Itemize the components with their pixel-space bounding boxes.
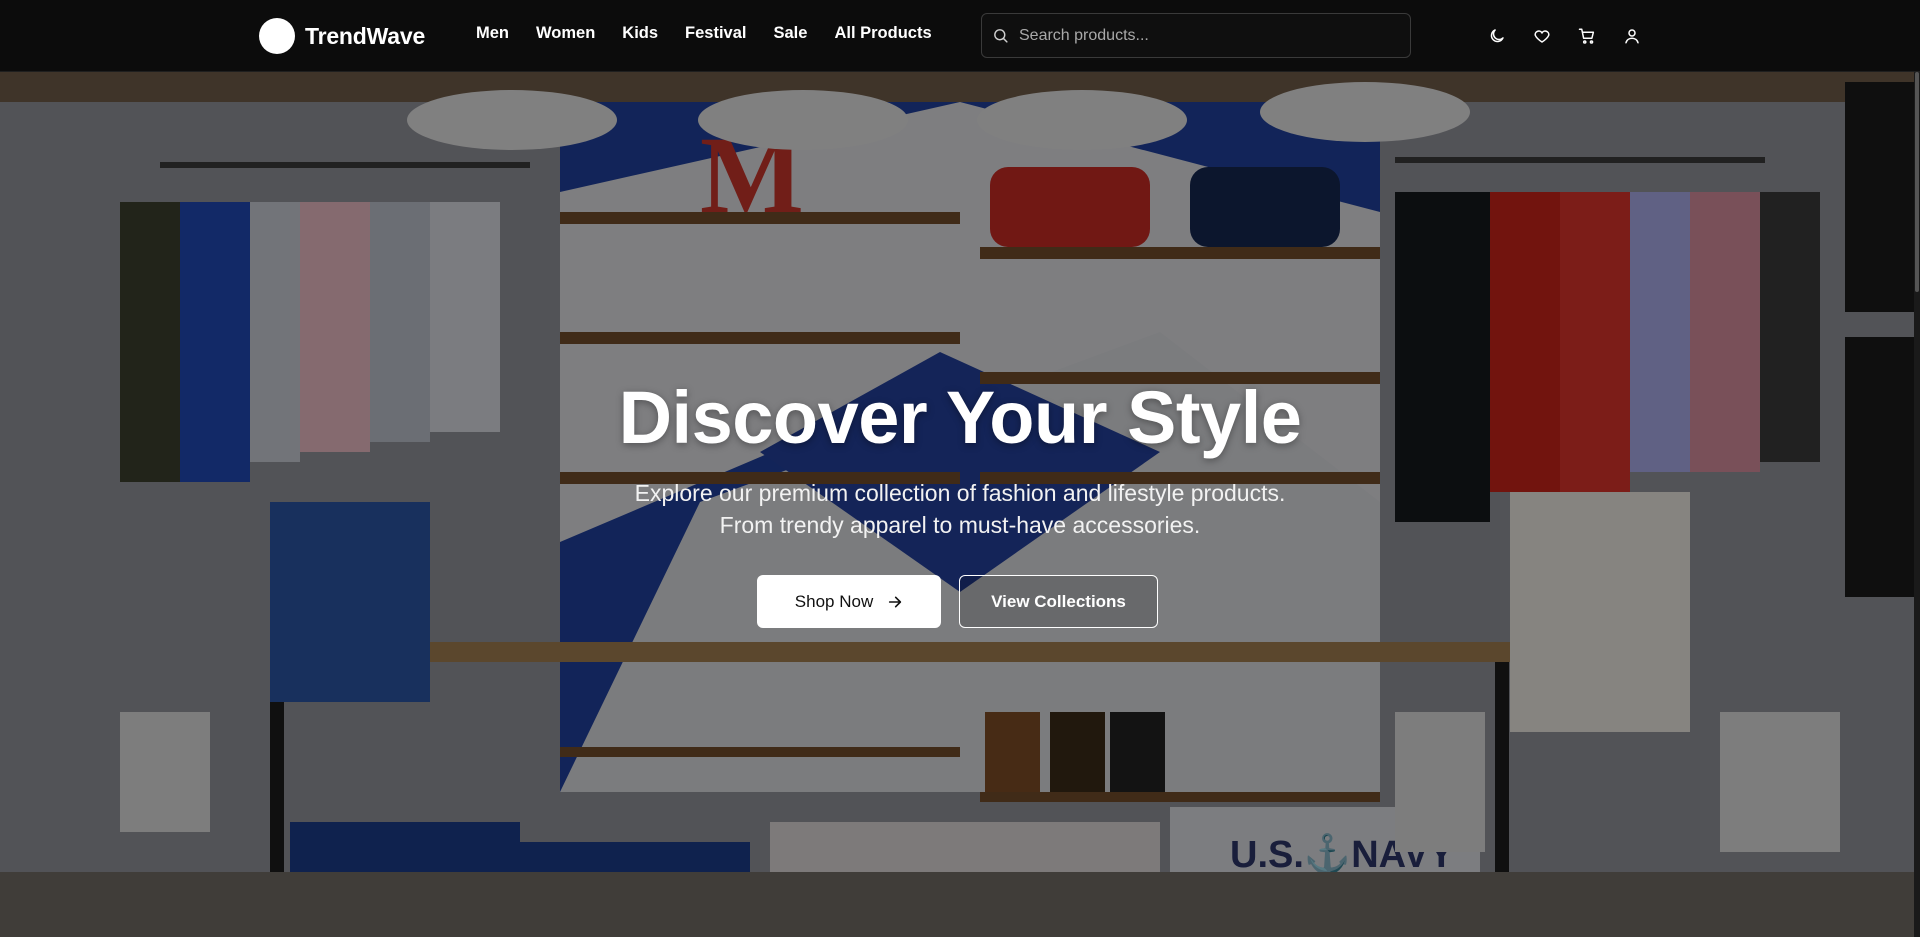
hero-section: M U.S.⚓NAVY Discover Your Style Explore … — [0, 72, 1920, 937]
hero-subtitle-line-2: From trendy apparel to must-have accesso… — [719, 512, 1201, 538]
search-bar — [981, 13, 1411, 58]
search-input[interactable] — [1019, 26, 1389, 45]
main-nav: Men Women Kids Festival Sale All Product… — [476, 24, 932, 43]
nav-item-festival[interactable]: Festival — [685, 24, 746, 43]
hero-subtitle-line-1: Explore our premium collection of fashio… — [634, 480, 1286, 506]
arrow-right-icon — [889, 596, 902, 607]
site-header: TrendWave Men Women Kids Festival Sale A… — [0, 0, 1920, 72]
scrollbar-thumb[interactable] — [1915, 72, 1919, 292]
heart-icon[interactable] — [1532, 24, 1552, 48]
moon-icon[interactable] — [1487, 24, 1507, 48]
user-icon[interactable] — [1622, 24, 1642, 48]
header-actions — [1487, 24, 1642, 48]
hero-title: Discover Your Style — [618, 376, 1302, 459]
nav-item-all-products[interactable]: All Products — [834, 24, 931, 43]
cart-icon[interactable] — [1577, 24, 1597, 48]
shop-now-button[interactable]: Shop Now — [757, 575, 941, 628]
hero-subtitle: Explore our premium collection of fashio… — [0, 477, 1920, 541]
nav-item-kids[interactable]: Kids — [622, 24, 658, 43]
brand-name: TrendWave — [305, 22, 426, 49]
shop-now-label: Shop Now — [794, 591, 874, 611]
nav-item-women[interactable]: Women — [536, 24, 595, 43]
nav-item-sale[interactable]: Sale — [774, 24, 808, 43]
search-icon — [994, 29, 1008, 43]
nav-item-men[interactable]: Men — [476, 24, 509, 43]
brand-logo[interactable]: TrendWave — [259, 18, 425, 54]
view-collections-label: View Collections — [991, 591, 1126, 611]
view-collections-button[interactable]: View Collections — [959, 575, 1158, 628]
logo-mark-icon — [259, 18, 295, 54]
